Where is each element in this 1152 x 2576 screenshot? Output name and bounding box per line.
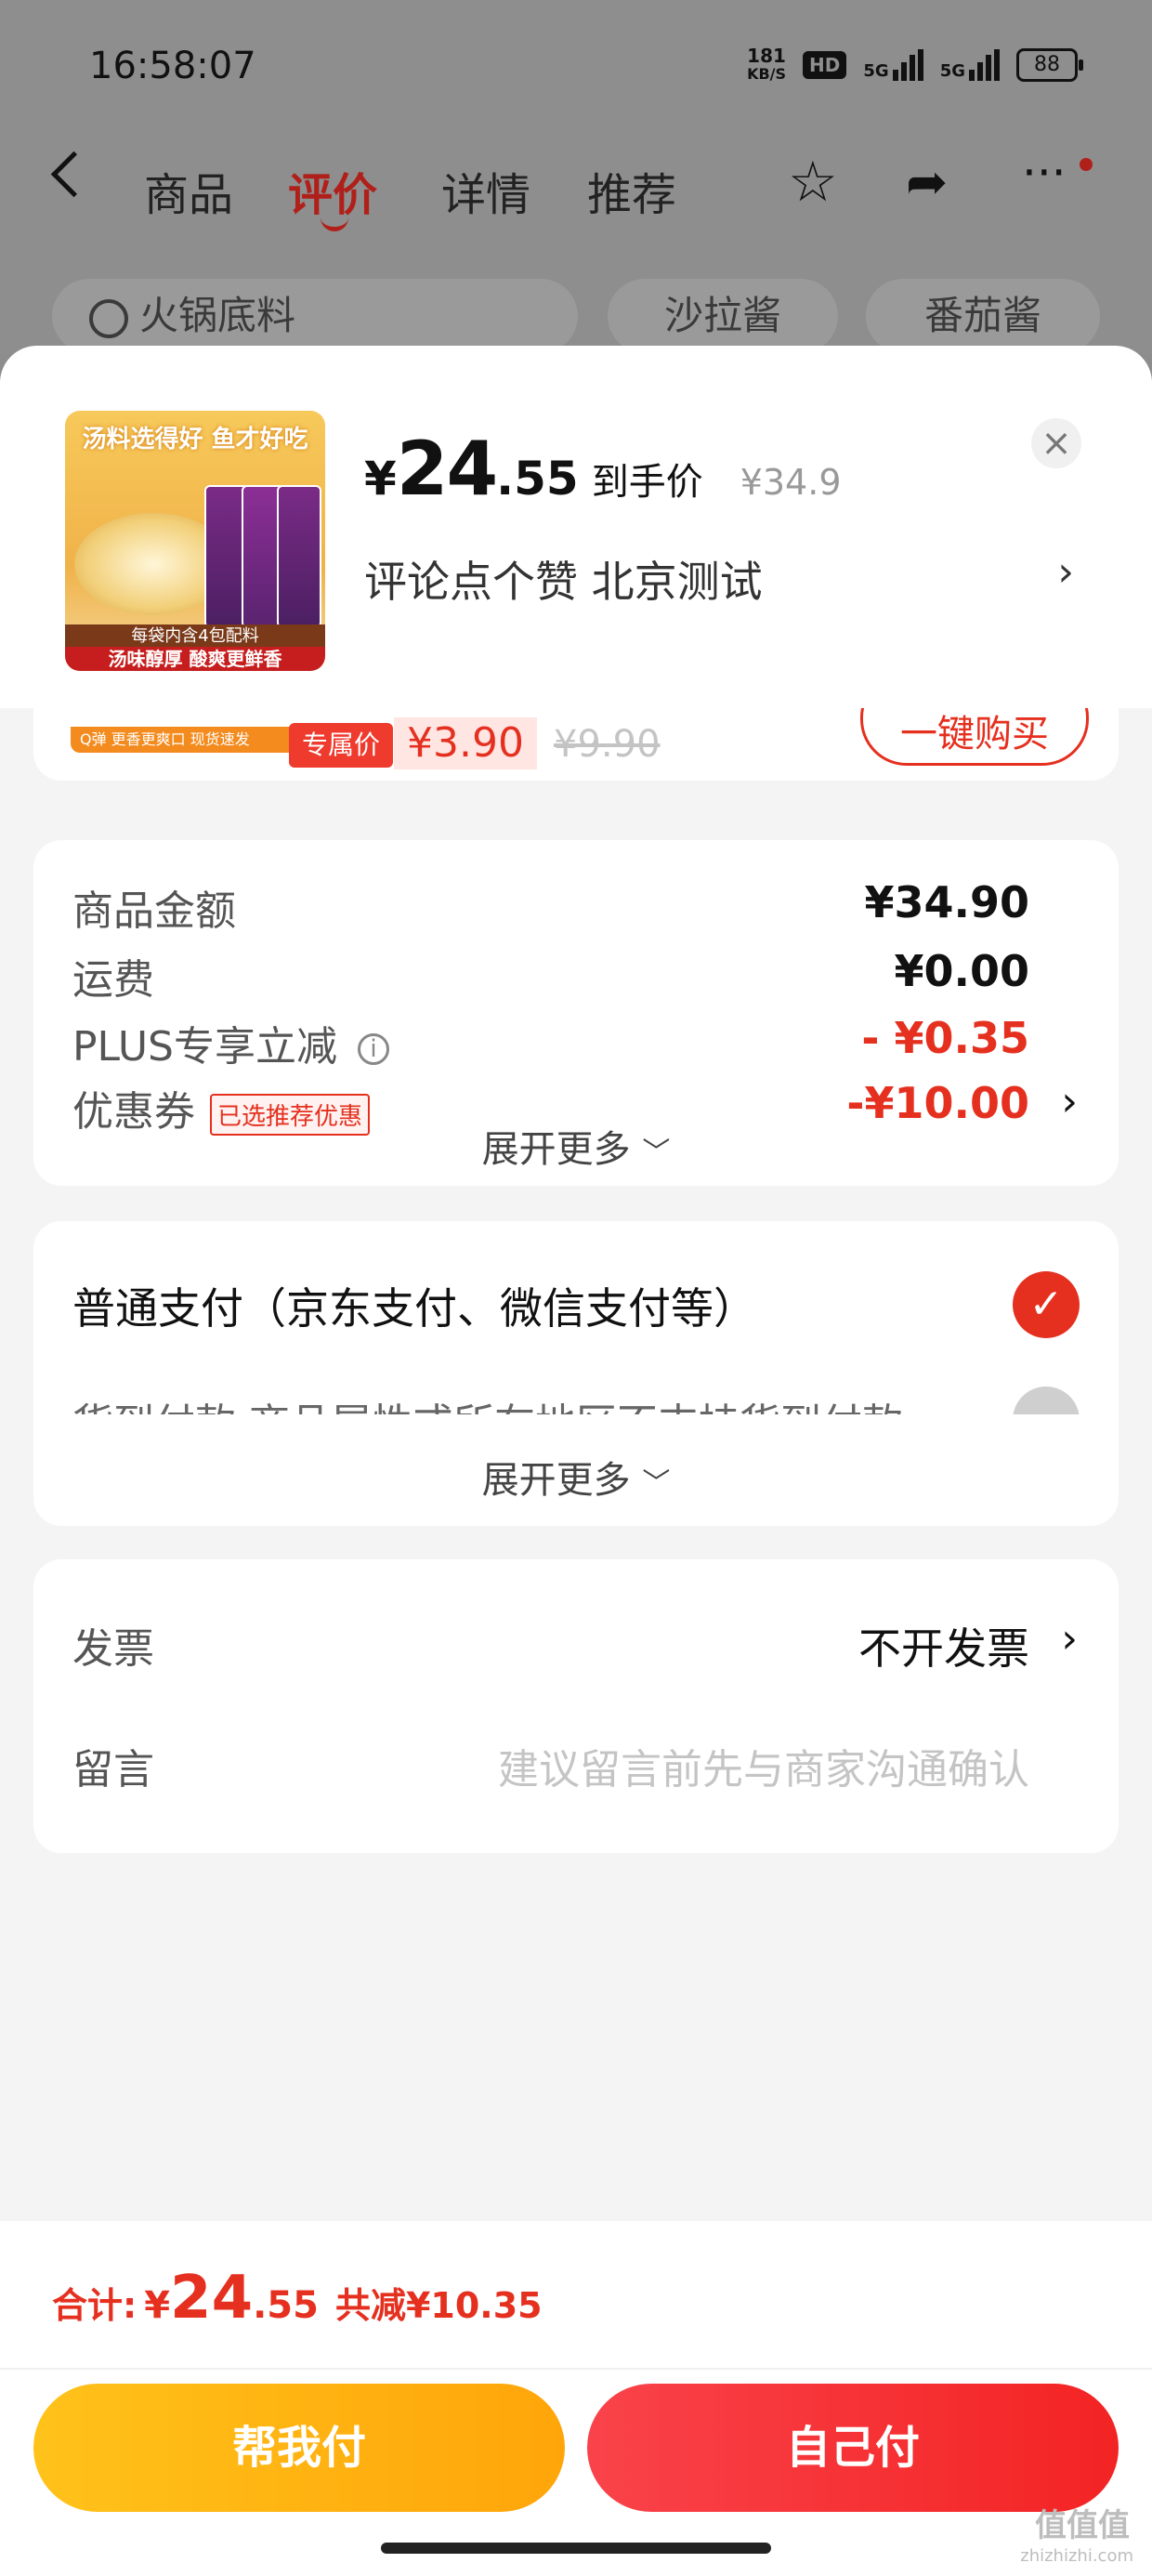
chevron-down-icon: ﹀ [642,1467,671,1500]
search-row: 火锅底料 沙拉酱 番茄酱 [0,279,1152,353]
checkout-footer: 合计: ¥ 24 .55 共减¥10.35 帮我付 自己付 值值值 zhizhi… [0,2221,1152,2576]
watermark-logo: 值值值 [1035,2507,1130,2544]
product-image-band: 每袋内含4包配料 [65,624,325,649]
invoice-row[interactable]: 发票 不开发票 › [72,1615,1078,1674]
back-icon[interactable] [50,151,98,198]
product-image-band: 汤味醇厚 酸爽更鲜香 [65,647,325,671]
background-page: 16:58:07 181 KB/S HD 5G 5G 88 商品 评价 详情 推… [0,0,1152,353]
signal-5g-icon: 5G [863,49,923,81]
expand-more-button[interactable]: 展开更多 ﹀ [33,1450,1119,1504]
share-icon[interactable]: ➦ [906,154,948,210]
shipping-row: 运费 ¥0.00 [72,946,1029,1004]
status-icons: 181 KB/S HD 5G 5G 88 [747,45,1083,84]
close-icon[interactable]: × [1031,418,1081,468]
product-nav-bar: 商品 评价 详情 推荐 ☆ ➦ ··· [0,139,1152,232]
pay-myself-button[interactable]: 自己付 [587,2384,1119,2512]
normal-payment-option[interactable]: 普通支付（京东支付、微信支付等） ✓ [72,1271,1080,1346]
plus-discount-row: PLUS专享立减 i - ¥0.35 [72,1013,1029,1071]
chevron-down-icon: ﹀ [642,1137,671,1169]
search-chip-ketchup[interactable]: 番茄酱 [866,279,1100,353]
product-image: 汤料选得好 鱼才好吃 每袋内含4包配料 汤味醇厚 酸爽更鲜香 [65,411,325,671]
home-indicator[interactable] [381,2543,771,2554]
message-input[interactable]: 建议留言前先与商家沟通确认 [498,1736,1029,1795]
divider [0,2368,1152,2370]
message-row: 留言 建议留言前先与商家沟通确认 [72,1736,1029,1795]
tab-details[interactable]: 详情 [441,158,530,223]
final-price-label: 到手价 [591,461,703,504]
tab-goods[interactable]: 商品 [144,158,233,223]
total-saving: 共减¥10.35 [334,2285,543,2326]
star-icon[interactable]: ☆ [788,154,838,210]
more-icon[interactable]: ··· [1022,145,1067,201]
exclusive-price-tag: 专属价 [289,723,394,768]
final-price: ¥ 24 .55 到手价 ¥34.9 [364,426,842,512]
notification-dot [1080,158,1093,171]
price-breakdown-card: 商品金额 ¥34.90 运费 ¥0.00 PLUS专享立减 i - ¥0.35 优… [33,840,1119,1186]
watermark-url: zhizhizhi.com [1020,2546,1133,2566]
signal-5g-icon-2: 5G [940,49,1000,81]
product-subtitle[interactable]: 评论点个赞 北京测试 [364,548,763,610]
search-input[interactable]: 火锅底料 [52,279,578,353]
status-time: 16:58:07 [89,45,256,87]
tab-recommend[interactable]: 推荐 [587,158,676,223]
original-price: ¥34.9 [740,462,842,503]
goods-amount-row: 商品金额 ¥34.90 [72,877,1029,935]
info-icon[interactable]: i [358,1033,389,1065]
chevron-right-icon[interactable]: › [1061,1615,1078,1663]
network-speed: 181 KB/S [747,45,787,83]
payment-card-footer: 展开更多 ﹀ [33,1414,1119,1526]
help-me-pay-button[interactable]: 帮我付 [33,2384,565,2512]
order-total: 合计: ¥ 24 .55 共减¥10.35 [52,2264,543,2333]
chevron-right-icon[interactable]: › [1057,548,1074,596]
addon-price: ¥3.90 [394,717,537,769]
check-icon[interactable]: ✓ [1013,1271,1080,1338]
package-graphic [277,485,321,628]
product-summary-header: 汤料选得好 鱼才好吃 每袋内含4包配料 汤味醇厚 酸爽更鲜香 ¥ 24 .55 … [0,346,1152,708]
battery-icon: 88 [1016,48,1083,82]
expand-more-button[interactable]: 展开更多 ﹀ [33,1119,1119,1173]
search-chip-salad[interactable]: 沙拉酱 [608,279,838,353]
addon-original-price: ¥9.90 [554,723,661,766]
hd-icon: HD [803,51,847,79]
addon-item-label: Q弹 更香更爽口 现货速发 [71,727,312,753]
product-image-slogan: 汤料选得好 鱼才好吃 [82,426,308,453]
active-tab-indicator [321,214,348,231]
search-icon [89,298,128,338]
invoice-message-card: 发票 不开发票 › 留言 建议留言前先与商家沟通确认 [33,1559,1119,1853]
